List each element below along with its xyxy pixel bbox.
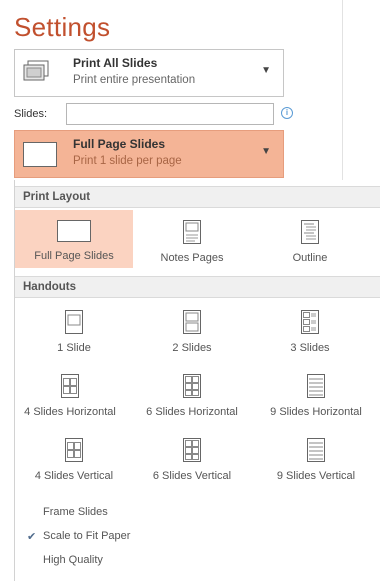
option-full-page-slides[interactable]: Full Page Slides [15, 210, 133, 268]
option-label: Full Page Slides [34, 250, 114, 262]
handout-9-horizontal-icon [307, 374, 325, 398]
option-label: 6 Slides Horizontal [146, 406, 238, 418]
option-3-slides[interactable]: 3 Slides [251, 306, 369, 362]
option-4-slides-horizontal[interactable]: 4 Slides Horizontal [7, 370, 133, 426]
print-layout-dropdown[interactable]: Full Page Slides Print 1 slide per page … [14, 130, 284, 178]
option-label: Outline [292, 252, 328, 264]
option-notes-pages[interactable]: Notes Pages [133, 210, 251, 268]
info-icon[interactable]: i [281, 107, 293, 119]
option-label: 4 Slides Vertical [34, 470, 114, 482]
handout-4-vertical-icon [65, 438, 83, 462]
menu-item-label: Frame Slides [43, 506, 108, 518]
menu-item-frame-slides[interactable]: Frame Slides [15, 502, 380, 524]
menu-item-label: Scale to Fit Paper [43, 530, 131, 542]
print-preview-edge [342, 0, 380, 180]
print-layout-subtitle: Print 1 slide per page [73, 155, 182, 167]
option-label: 2 Slides [172, 342, 212, 354]
option-label: 1 Slide [57, 342, 91, 354]
option-1-slide[interactable]: 1 Slide [15, 306, 133, 362]
print-range-subtitle: Print entire presentation [73, 74, 196, 86]
handout-9-vertical-icon [307, 438, 325, 462]
handout-6-horizontal-icon [183, 374, 201, 398]
handout-1-slide-icon [65, 310, 83, 334]
chevron-down-icon: ▼ [261, 146, 271, 157]
menu-item-scale-to-fit-paper[interactable]: ✔ Scale to Fit Paper [15, 526, 380, 548]
print-range-title: Print All Slides [73, 56, 158, 70]
handout-4-horizontal-icon [61, 374, 79, 398]
handout-6-vertical-icon [183, 438, 201, 462]
checkmark-icon: ✔ [27, 531, 37, 543]
slides-label: Slides: [14, 108, 48, 120]
notes-pages-icon [183, 220, 201, 244]
option-label: Notes Pages [160, 252, 224, 264]
option-label: 6 Slides Vertical [152, 470, 232, 482]
option-label: 3 Slides [290, 342, 330, 354]
slides-input[interactable] [66, 103, 274, 125]
option-2-slides[interactable]: 2 Slides [133, 306, 251, 362]
handout-2-slides-icon [183, 310, 201, 334]
print-all-slides-icon [23, 60, 49, 81]
full-page-slide-icon [57, 220, 91, 242]
print-layout-header: Print Layout [15, 186, 380, 208]
print-range-dropdown[interactable]: Print All Slides Print entire presentati… [14, 49, 284, 97]
print-layout-panel: Print Layout Full Page Slides Notes Page… [14, 180, 380, 581]
option-label: 4 Slides Horizontal [24, 406, 116, 418]
menu-item-high-quality[interactable]: High Quality [15, 550, 380, 572]
menu-item-label: High Quality [43, 554, 103, 566]
print-layout-title: Full Page Slides [73, 137, 166, 151]
option-6-slides-vertical[interactable]: 6 Slides Vertical [133, 434, 251, 490]
option-label: 9 Slides Horizontal [270, 406, 362, 418]
option-9-slides-vertical[interactable]: 9 Slides Vertical [251, 434, 380, 490]
chevron-down-icon: ▼ [261, 65, 271, 76]
option-6-slides-horizontal[interactable]: 6 Slides Horizontal [133, 370, 251, 426]
option-9-slides-horizontal[interactable]: 9 Slides Horizontal [251, 370, 380, 426]
option-4-slides-vertical[interactable]: 4 Slides Vertical [15, 434, 133, 490]
settings-title: Settings [14, 12, 111, 42]
handout-3-slides-icon [301, 310, 319, 334]
handouts-header: Handouts [15, 276, 380, 298]
option-outline[interactable]: Outline [251, 210, 369, 268]
option-label: 9 Slides Vertical [276, 470, 356, 482]
full-page-slide-icon [23, 142, 57, 167]
outline-icon [301, 220, 319, 244]
